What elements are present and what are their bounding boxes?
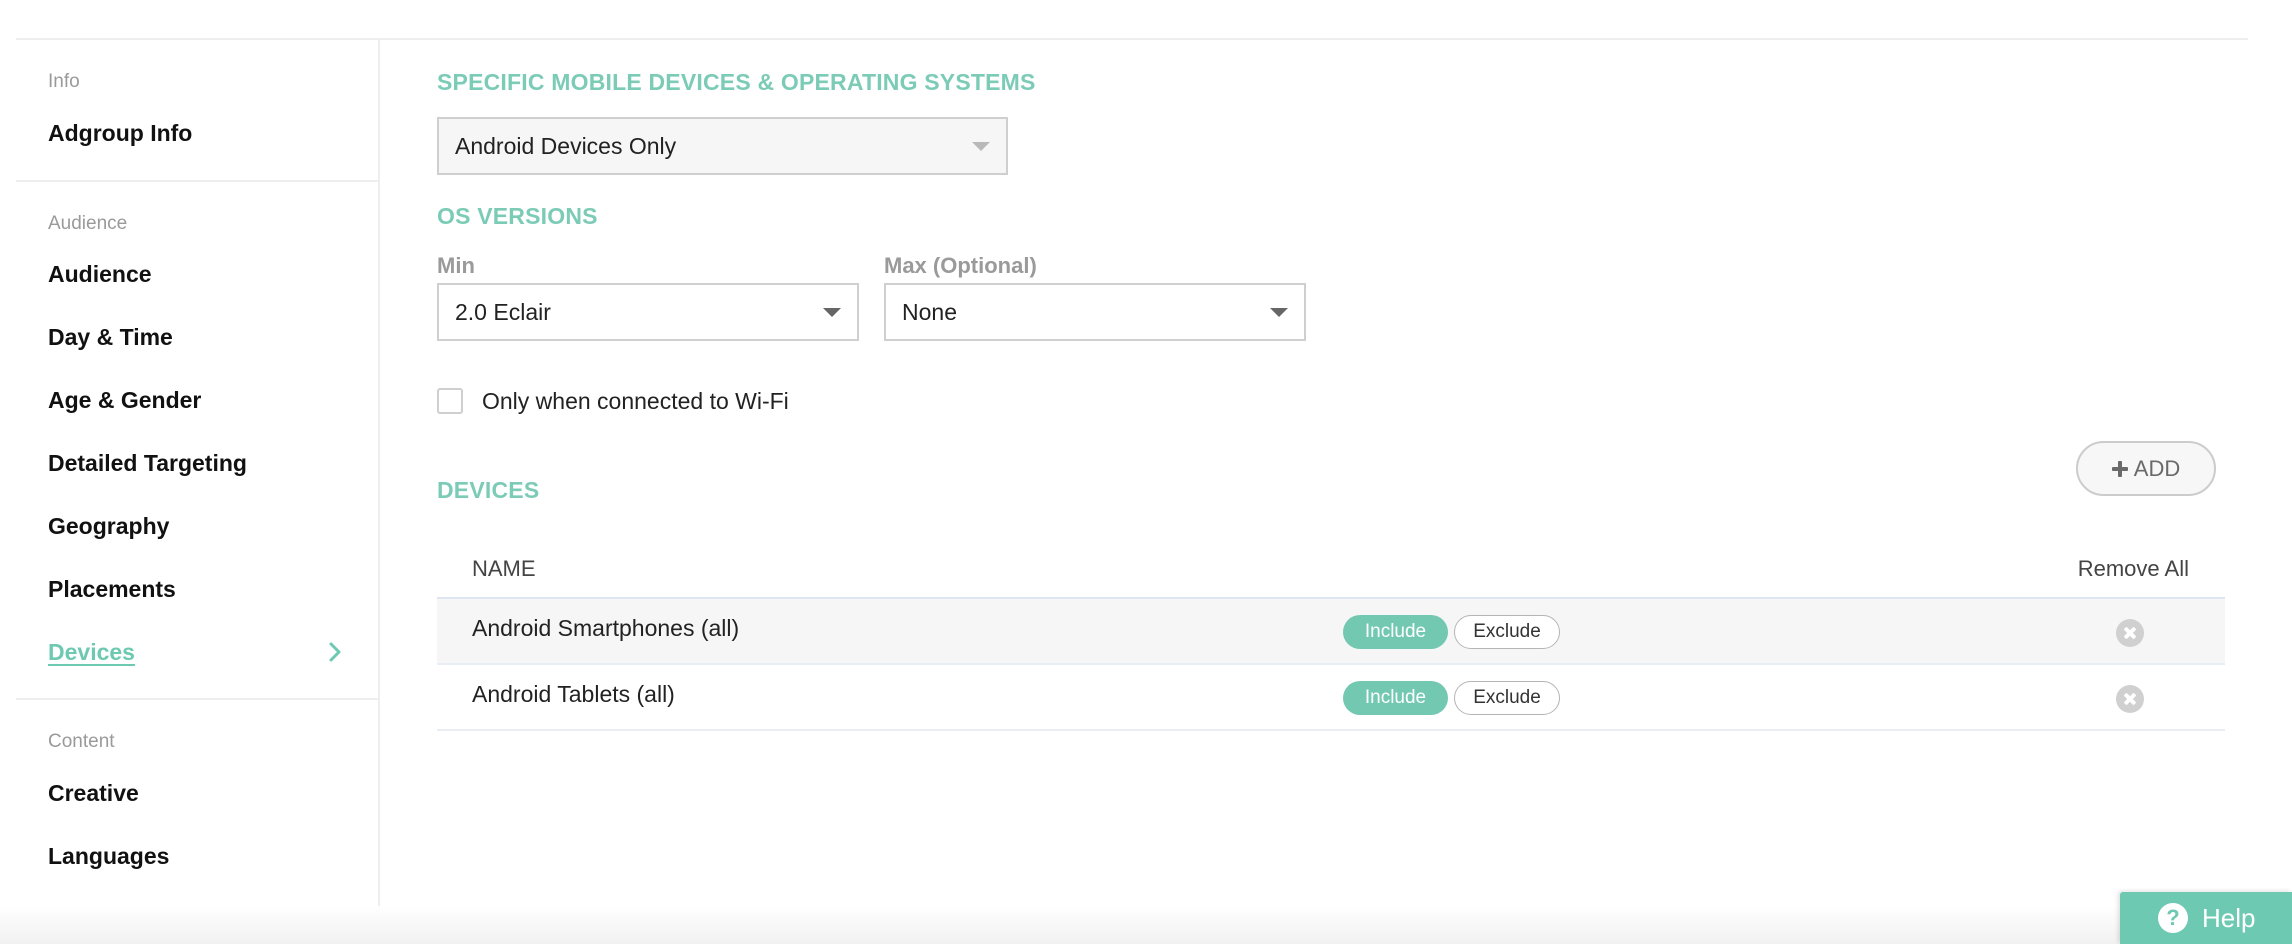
- add-device-button[interactable]: ADD: [2076, 441, 2216, 496]
- sidebar-item-devices[interactable]: Devices: [48, 637, 362, 667]
- footer-shadow: [0, 906, 2292, 944]
- remove-circle-icon[interactable]: [2116, 685, 2144, 713]
- sidebar-item-day-time[interactable]: Day & Time: [48, 322, 362, 352]
- sidebar-divider: [16, 698, 378, 700]
- question-circle-icon: ?: [2158, 903, 2188, 933]
- help-label: Help: [2202, 902, 2256, 933]
- specific-devices-title: SPECIFIC MOBILE DEVICES & OPERATING SYST…: [437, 69, 1036, 95]
- include-button[interactable]: Include: [1343, 615, 1448, 649]
- column-header-name: NAME: [472, 556, 536, 581]
- sidebar-item-creative[interactable]: Creative: [48, 778, 362, 808]
- chevron-right-icon: [329, 642, 341, 662]
- min-version-label: Min: [437, 253, 475, 278]
- caret-down-icon: [972, 142, 990, 151]
- table-row: Android Tablets (all) Include Exclude: [437, 665, 2225, 731]
- min-version-select[interactable]: 2.0 Eclair: [437, 283, 859, 341]
- exclude-button[interactable]: Exclude: [1454, 681, 1560, 715]
- main-panel: SPECIFIC MOBILE DEVICES & OPERATING SYST…: [437, 40, 2227, 908]
- page: Info Adgroup Info Audience Audience Day …: [0, 0, 2292, 944]
- sidebar-item-devices-label: Devices: [48, 639, 135, 665]
- wifi-only-checkbox[interactable]: [437, 388, 463, 414]
- add-device-label: ADD: [2133, 455, 2181, 481]
- exclude-button[interactable]: Exclude: [1454, 615, 1560, 649]
- max-version-label: Max (Optional): [884, 253, 1037, 278]
- sidebar-item-audience[interactable]: Audience: [48, 259, 362, 289]
- sidebar-caption-content: Content: [48, 731, 115, 752]
- os-versions-title: OS VERSIONS: [437, 203, 598, 229]
- min-version-select-value: 2.0 Eclair: [455, 298, 551, 325]
- devices-table: NAME Remove All Android Smartphones (all…: [437, 544, 2225, 731]
- remove-all-button[interactable]: Remove All: [2078, 556, 2189, 582]
- help-button[interactable]: ? Help: [2120, 892, 2292, 944]
- sidebar-caption-info: Info: [48, 71, 80, 92]
- sidebar-item-placements[interactable]: Placements: [48, 574, 362, 604]
- plus-icon: [2111, 460, 2128, 477]
- wifi-only-label[interactable]: Only when connected to Wi-Fi: [482, 386, 789, 416]
- max-version-select-value: None: [902, 298, 957, 325]
- sidebar-item-age-gender[interactable]: Age & Gender: [48, 385, 362, 415]
- max-version-select[interactable]: None: [884, 283, 1306, 341]
- table-row: Android Smartphones (all) Include Exclud…: [437, 599, 2225, 665]
- device-os-select[interactable]: Android Devices Only: [437, 117, 1008, 175]
- remove-circle-icon[interactable]: [2116, 619, 2144, 647]
- sidebar: Info Adgroup Info Audience Audience Day …: [16, 40, 380, 908]
- device-os-select-value: Android Devices Only: [455, 132, 677, 159]
- caret-down-icon: [1270, 308, 1288, 317]
- sidebar-item-languages[interactable]: Languages: [48, 841, 362, 871]
- sidebar-caption-audience: Audience: [48, 213, 128, 234]
- sidebar-item-geography[interactable]: Geography: [48, 511, 362, 541]
- device-name: Android Smartphones (all): [472, 615, 740, 641]
- devices-title: DEVICES: [437, 477, 540, 503]
- caret-down-icon: [823, 308, 841, 317]
- sidebar-item-adgroup-info[interactable]: Adgroup Info: [48, 118, 362, 148]
- include-button[interactable]: Include: [1343, 681, 1448, 715]
- sidebar-divider: [16, 180, 378, 182]
- table-header: NAME Remove All: [437, 544, 2225, 599]
- sidebar-item-detailed-targeting[interactable]: Detailed Targeting: [48, 448, 362, 478]
- device-name: Android Tablets (all): [472, 681, 675, 707]
